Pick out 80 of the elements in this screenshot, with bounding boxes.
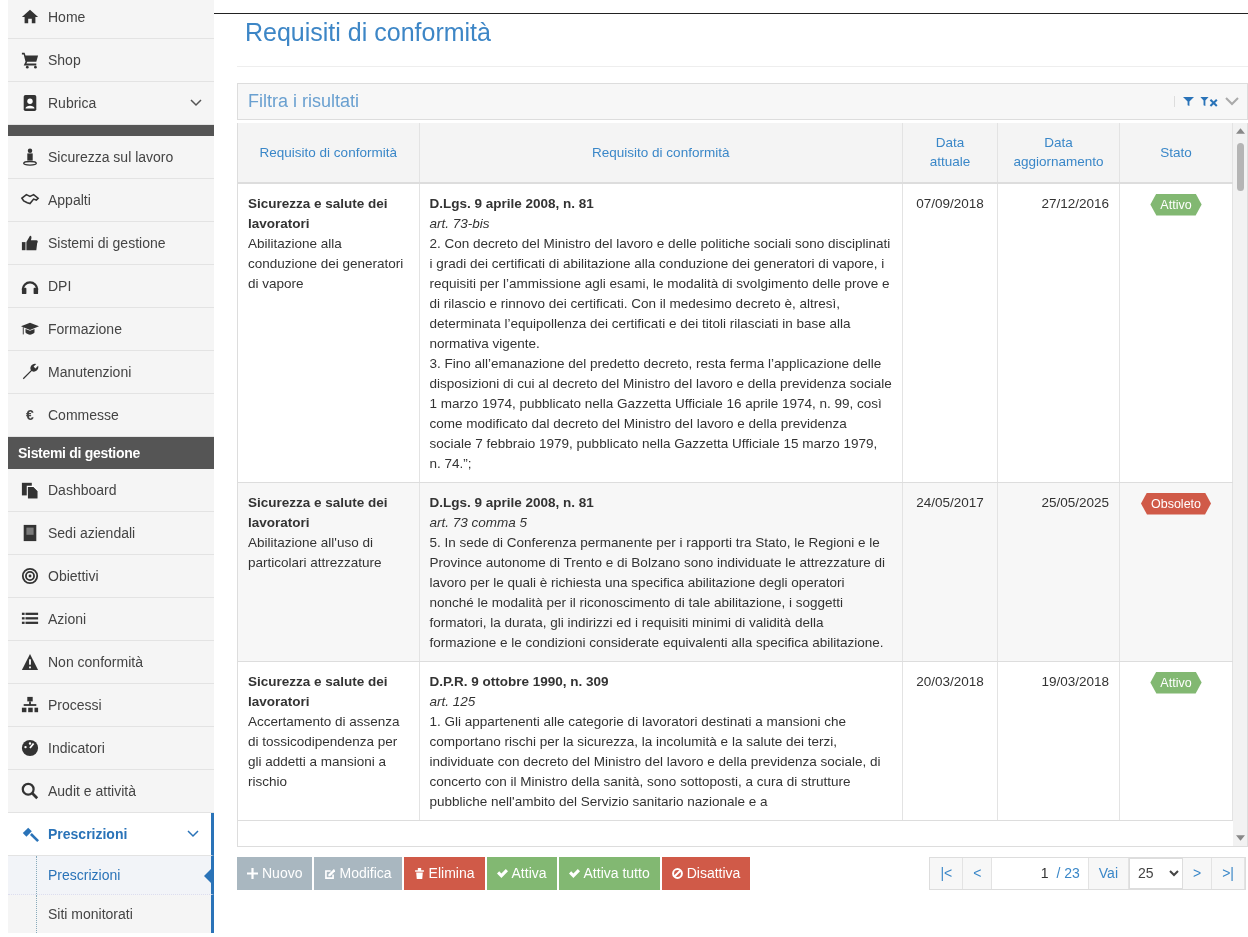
column-header[interactable]: Data aggiornamento: [997, 122, 1120, 183]
column-header[interactable]: Requisito di conformità: [238, 122, 419, 183]
sidebar-item[interactable]: Obiettivi: [8, 555, 214, 598]
cart-icon: [20, 51, 40, 69]
article-text: 1. Gli appartenenti alle categorie di lavoratori destinati a mansioni che comportano rischi per la sicurezza, la incolumità e la salute dei terzi, individuate con decreto del Ministro del lavoro e della previdenza sociale, di concerto con il Ministro della sanità, sono sottoposti, a cura di strutture pubbliche nell'ambito del Servizio sanitario nazionale e a: [429, 712, 882, 811]
description-text: Accertamento di assenza di tossicodipendenza per gli addetti a mansioni a rischio: [248, 712, 401, 791]
sidebar-item[interactable]: Home: [8, 0, 214, 39]
description-text: Abilitazione all'uso di particolari attrezzature: [248, 533, 383, 572]
chevron-down-icon: [1225, 96, 1239, 106]
ban-icon: [671, 867, 683, 879]
sidebar-item[interactable]: Manutenzioni: [8, 351, 214, 394]
category-text: Sicurezza e salute dei lavoratori: [248, 493, 389, 532]
deactivate-button[interactable]: Disattiva: [661, 856, 751, 890]
sidebar-item[interactable]: Appalti: [8, 179, 214, 222]
target-icon: [20, 567, 40, 585]
plus-icon: [247, 867, 258, 879]
article-text: 3. Fino all’emanazione del predetto decreto, resta ferma l’applicazione delle disposizioni di cui al decreto del Ministro del lavoro e della previdenza sociale 1 marzo 1974, pubblicato nella Gazzetta Ufficiale 16 aprile 1974, n. 99, così come modificato dal decreto del Ministro del lavoro e della previdenza sociale 7 febbraio 1979, pubblicato nella Gazzetta Ufficiale 15 marzo 1979, n. 74.”;: [429, 354, 892, 473]
selection-arrow-icon: [204, 866, 214, 886]
date-text: 19/03/2018: [1041, 673, 1109, 689]
scroll-up-icon: [1236, 127, 1245, 134]
sidebar-item[interactable]: Non conformità: [8, 641, 214, 684]
thumbs-up-icon: [20, 234, 40, 252]
wrench-icon: [20, 363, 40, 381]
sitemap-icon: [20, 696, 40, 714]
status-badge: Obsoleto: [1141, 492, 1211, 515]
edit-icon: [324, 867, 336, 879]
delete-button[interactable]: Elimina: [403, 856, 485, 890]
check-icon: [568, 867, 580, 879]
column-header[interactable]: Requisito di conformità: [419, 122, 903, 183]
article-reference: art. 73-bis: [429, 214, 491, 233]
sidebar-item[interactable]: DPI: [8, 265, 214, 308]
description-text: Abilitazione alla conduzione dei generatori di vapore: [248, 234, 405, 293]
submenu-item[interactable]: Siti monitorati: [8, 895, 214, 933]
law-reference: D.Lgs. 9 aprile 2008, n. 81: [429, 194, 595, 213]
date-text: 20/03/2018: [916, 673, 984, 689]
sidebar-item[interactable]: Sistemi di gestione: [8, 222, 214, 265]
sidebar-item[interactable]: Azioni: [8, 598, 214, 641]
category-text: Sicurezza e salute dei lavoratori: [248, 672, 389, 711]
scrollbar[interactable]: [1233, 122, 1247, 846]
home-icon: [20, 8, 40, 26]
status-badge: Attivo: [1150, 671, 1202, 694]
column-header[interactable]: Data attuale: [902, 122, 998, 183]
check-icon: [496, 867, 508, 879]
document-icon: [20, 481, 40, 499]
trash-icon: [413, 867, 425, 879]
sidebar-item[interactable]: Shop: [8, 39, 214, 82]
article-reference: art. 125: [429, 692, 477, 711]
article-reference: art. 73 comma 5: [429, 513, 529, 532]
law-reference: D.P.R. 9 ottobre 1990, n. 309: [429, 672, 610, 691]
scroll-down-icon: [1236, 834, 1245, 841]
sidebar-item[interactable]: Indicatori: [8, 727, 214, 770]
status-badge: Attivo: [1150, 193, 1202, 216]
sidebar-item[interactable]: Prescrizioni: [8, 813, 214, 856]
date-text: 07/09/2018: [916, 195, 984, 211]
sidebar-item[interactable]: Processi: [8, 684, 214, 727]
category-text: Sicurezza e salute dei lavoratori: [248, 194, 389, 233]
date-text: 27/12/2016: [1041, 195, 1109, 211]
gavel-icon: [20, 825, 40, 843]
law-reference: D.Lgs. 9 aprile 2008, n. 81: [429, 493, 595, 512]
graduation-cap-icon: [20, 320, 40, 338]
sidebar-item[interactable]: Dashboard: [8, 469, 214, 512]
search-icon: [20, 782, 40, 800]
article-text: 2. Con decreto del Ministro del lavoro e delle politiche sociali sono disciplinati i gradi dei certificati di abilitazione alla conduzione dei generatori di vapore, i requisiti per l’ammissione agli esami, le modalità di svolgimento delle prove e di rilascio e rinnovo dei certificati. Con il medesimo decreto è, altresì, determinata l’equipollenza dei certificati e dei titoli rilasciati in base alla normativa vigente.: [429, 234, 892, 353]
clear-filter-icon: [1200, 95, 1219, 107]
article-text: 5. In sede di Conferenza permanente per i rapporti tra Stato, le Regioni e le Province autonome di Trento e di Bolzano sono individuate le attrezzature di lavoro per le quali è richiesta una specifica abilitazione degli operatori nonché le modalità per il riconoscimento di tale abilitazione, i soggetti formatori, la durata, gli indirizzi ed i requisiti minimi di validità della formazione e le condizioni considerate equivalenti alla specifica abilitazione.: [429, 533, 887, 652]
section-header: Sistemi di gestione: [8, 437, 214, 469]
warning-icon: [20, 653, 40, 671]
scrollbar-thumb[interactable]: [1237, 142, 1244, 191]
page-title: Requisiti di conformità: [237, 0, 1248, 67]
sidebar-item[interactable]: Sedi aziendali: [8, 512, 214, 555]
gauge-icon: [20, 739, 40, 757]
sidebar-item[interactable]: Sicurezza sul lavoro: [8, 136, 214, 179]
column-header[interactable]: Stato: [1119, 122, 1233, 183]
euro-icon: €: [20, 404, 40, 426]
date-text: 24/05/2017: [916, 494, 984, 510]
filter-icon: [1183, 95, 1194, 107]
sidebar-item[interactable]: Formazione: [8, 308, 214, 351]
date-text: 25/05/2025: [1041, 494, 1109, 510]
submenu-item[interactable]: Prescrizioni: [8, 856, 214, 895]
person-icon: [20, 148, 40, 166]
